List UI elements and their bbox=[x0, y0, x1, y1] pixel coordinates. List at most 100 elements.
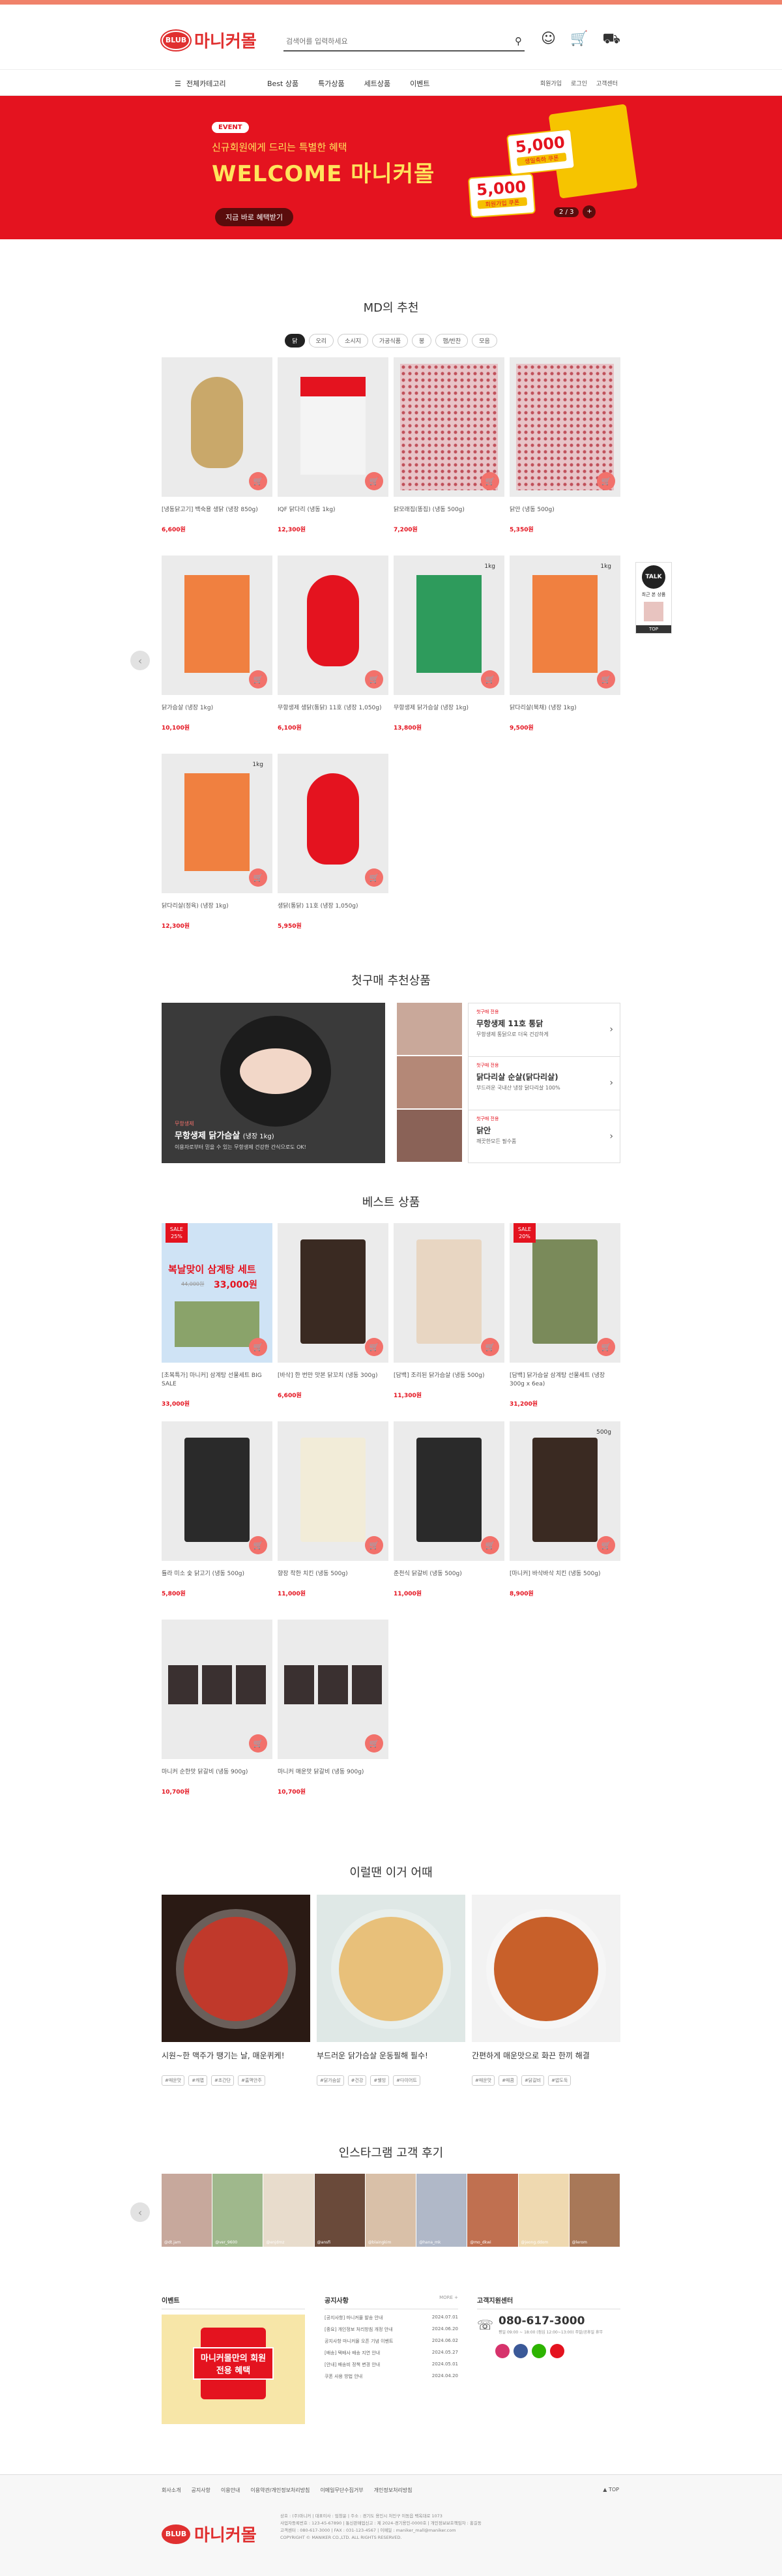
product-card[interactable]: SALE 20% 🛒 [담백] 닭가슴살 삼계탕 선물세트 (냉장 300g x 6… bbox=[510, 1223, 620, 1408]
recipe-tag[interactable]: #매운맛 bbox=[162, 2075, 185, 2086]
notice-item[interactable]: [중요] 개인정보 처리방침 개정 안내 2024.06.20 bbox=[325, 2326, 458, 2338]
top-button[interactable]: TOP bbox=[636, 625, 671, 633]
footer-link[interactable]: 개인정보처리방침 bbox=[374, 2487, 413, 2494]
recipe-image[interactable] bbox=[472, 1895, 620, 2042]
insta-post[interactable]: @jeong.ddom bbox=[518, 2174, 570, 2247]
product-image[interactable]: 1kg 🛒 bbox=[510, 555, 620, 695]
product-image[interactable]: 🛒 bbox=[394, 1421, 504, 1561]
first-main-banner[interactable]: 무항생제 무항생제 닭가슴살 (냉장 1kg) 이용자로부터 믿을 수 있는 무… bbox=[162, 1003, 385, 1163]
product-card[interactable]: 🛒 마니커 매운맛 닭갈비 (냉동 900g) 10,700원 bbox=[278, 1620, 388, 1796]
search-icon[interactable]: ⚲ bbox=[515, 35, 522, 47]
add-to-cart-icon[interactable]: 🛒 bbox=[249, 868, 267, 887]
thumb-whole-chicken[interactable] bbox=[397, 1003, 462, 1056]
notice-item[interactable]: 공지사항 마니커몰 오픈 기념 이벤트 2024.06.02 bbox=[325, 2338, 458, 2350]
product-image[interactable]: 🛒 bbox=[278, 754, 388, 893]
thumb-breast[interactable] bbox=[397, 1110, 462, 1163]
product-card[interactable]: 🛒 닭모래집(똥집) (냉동 500g) 7,200원 bbox=[394, 357, 504, 533]
product-image[interactable]: 🛒 bbox=[394, 1223, 504, 1363]
recipe-tag[interactable]: #캐맵 bbox=[188, 2075, 207, 2086]
cs-link[interactable]: 고객센터 bbox=[596, 79, 618, 87]
add-to-cart-icon[interactable]: 🛒 bbox=[365, 868, 383, 887]
banner-more-icon[interactable]: + bbox=[583, 205, 596, 218]
banner-cta-button[interactable]: 지금 바로 혜택받기 bbox=[215, 208, 293, 226]
product-image[interactable]: 🛒 bbox=[162, 357, 272, 497]
add-to-cart-icon[interactable]: 🛒 bbox=[481, 1338, 499, 1356]
hero-banner[interactable]: EVENT 신규회원에게 드리는 특별한 혜택 WELCOME 마니커몰 지금 … bbox=[0, 96, 782, 239]
add-to-cart-icon[interactable]: 🛒 bbox=[365, 1338, 383, 1356]
thumb-thigh[interactable] bbox=[397, 1056, 462, 1110]
product-card[interactable]: 복날맞이 삼계탕 세트 44,000원 33,000원 SALE 25% 🛒 [초복특가]… bbox=[162, 1223, 272, 1408]
insta-prev-icon[interactable]: ‹ bbox=[130, 2202, 150, 2222]
chip-chicken[interactable]: 닭 bbox=[285, 334, 305, 348]
add-to-cart-icon[interactable]: 🛒 bbox=[365, 670, 383, 688]
add-to-cart-icon[interactable]: 🛒 bbox=[597, 472, 615, 490]
add-to-cart-icon[interactable]: 🛒 bbox=[481, 670, 499, 688]
product-image[interactable]: 🛒 bbox=[162, 1421, 272, 1561]
product-image[interactable]: 복날맞이 삼계탕 세트 44,000원 33,000원 SALE 25% 🛒 bbox=[162, 1223, 272, 1363]
recipe-tag[interactable]: #매콤 bbox=[499, 2075, 517, 2086]
recipe-tag[interactable]: #건강 bbox=[347, 2075, 367, 2086]
recipe-card[interactable]: 시원~한 맥주가 땡기는 날, 매운퀴케! #매운맛 #캐맵 #초간단 #홈맥안주 bbox=[162, 1895, 310, 2086]
product-card[interactable]: 🛒 생닭(통닭) 11호 (냉장 1,050g) 5,950원 bbox=[278, 754, 388, 930]
notice-item[interactable]: [안내] 배송비 정책 변경 안내 2024.05.01 bbox=[325, 2361, 458, 2373]
recipe-image[interactable] bbox=[317, 1895, 465, 2042]
signup-link[interactable]: 회원가입 bbox=[540, 79, 562, 87]
recipe-tag[interactable]: #밥도둑 bbox=[548, 2075, 572, 2086]
site-logo[interactable]: BLUB 마니커몰 bbox=[162, 28, 257, 52]
recipe-tag[interactable]: #홈맥안주 bbox=[238, 2075, 265, 2086]
facebook-icon[interactable] bbox=[514, 2344, 528, 2358]
talk-button[interactable]: TALK bbox=[642, 565, 665, 589]
user-icon[interactable]: ☺ bbox=[541, 31, 556, 49]
recipe-tag[interactable]: #닭갈비 bbox=[521, 2075, 545, 2086]
login-link[interactable]: 로그인 bbox=[571, 79, 587, 87]
product-image[interactable]: 🛒 bbox=[394, 357, 504, 497]
product-image[interactable]: 🛒 bbox=[510, 357, 620, 497]
notice-item[interactable]: 쿠폰 사용 방법 안내 2024.04.20 bbox=[325, 2373, 458, 2385]
cart-icon[interactable]: 🛒 bbox=[570, 31, 588, 49]
footer-link[interactable]: 이용약관/개인정보처리방침 bbox=[250, 2487, 310, 2494]
product-image[interactable]: 500g 🛒 bbox=[510, 1421, 620, 1561]
product-card[interactable]: 🛒 춘천식 닭갈비 (냉동 500g) 11,000원 bbox=[394, 1421, 504, 1597]
product-card[interactable]: 🛒 [담백] 조리된 닭가슴살 (냉동 500g) 11,300원 bbox=[394, 1223, 504, 1399]
kakao-icon[interactable] bbox=[532, 2344, 546, 2358]
add-to-cart-icon[interactable]: 🛒 bbox=[365, 1734, 383, 1753]
product-card[interactable]: 🛒 닭가슴살 (냉장 1kg) 10,100원 bbox=[162, 555, 272, 732]
chip-duck[interactable]: 오리 bbox=[308, 334, 334, 348]
footer-link[interactable]: 공지사항 bbox=[191, 2487, 210, 2494]
chip-sausage[interactable]: 소시지 bbox=[338, 334, 368, 348]
product-card[interactable]: 🛒 향장 착한 치킨 (냉동 500g) 11,000원 bbox=[278, 1421, 388, 1597]
product-card[interactable]: 1kg 🛒 닭다리살(정육) (냉장 1kg) 12,300원 bbox=[162, 754, 272, 930]
add-to-cart-icon[interactable]: 🛒 bbox=[249, 1734, 267, 1753]
delivery-truck-icon[interactable]: ⛟ bbox=[602, 31, 620, 49]
insta-post[interactable]: @ansfi bbox=[314, 2174, 366, 2247]
product-image[interactable]: 🛒 bbox=[278, 357, 388, 497]
footer-link[interactable]: 이용안내 bbox=[221, 2487, 240, 2494]
first-item[interactable]: 첫구매 전용 닭안 깨끗한모든 필수품 › bbox=[469, 1110, 620, 1164]
chip-processed[interactable]: 가공식품 bbox=[371, 334, 409, 348]
add-to-cart-icon[interactable]: 🛒 bbox=[249, 1536, 267, 1554]
product-card[interactable]: 500g 🛒 [마니커] 바삭바삭 치킨 (냉동 500g) 8,900원 bbox=[510, 1421, 620, 1597]
insta-post[interactable]: @ver_9600 bbox=[212, 2174, 264, 2247]
insta-post[interactable]: @dt.jam bbox=[162, 2174, 213, 2247]
insta-post[interactable]: @lerom bbox=[569, 2174, 620, 2247]
product-image[interactable]: 1kg 🛒 bbox=[394, 555, 504, 695]
recipe-tag[interactable]: #다이어트 bbox=[393, 2075, 420, 2086]
add-to-cart-icon[interactable]: 🛒 bbox=[597, 1338, 615, 1356]
insta-post[interactable]: @mo_dkwi bbox=[467, 2174, 519, 2247]
add-to-cart-icon[interactable]: 🛒 bbox=[597, 670, 615, 688]
product-card[interactable]: 🛒 [냉동닭고기] 백숙용 생닭 (냉장 850g) 6,600원 bbox=[162, 357, 272, 533]
notice-item[interactable]: [배송] 택배사 배송 지연 안내 2024.05.27 bbox=[325, 2350, 458, 2361]
add-to-cart-icon[interactable]: 🛒 bbox=[365, 472, 383, 490]
notice-more-link[interactable]: MORE + bbox=[439, 2295, 458, 2300]
nav-item-best[interactable]: Best 상품 bbox=[267, 78, 298, 89]
chip-wing[interactable]: 봉 bbox=[412, 334, 432, 348]
banner-page-indicator[interactable]: 2 / 3 bbox=[554, 207, 579, 217]
recipe-tag[interactable]: #웰빙 bbox=[370, 2075, 390, 2086]
chip-ham[interactable]: 햄/반찬 bbox=[435, 334, 469, 348]
footer-link[interactable]: 회사소개 bbox=[162, 2487, 181, 2494]
notice-item[interactable]: [공지사항] 마니커몰 발송 안내 2024.07.01 bbox=[325, 2315, 458, 2326]
add-to-cart-icon[interactable]: 🛒 bbox=[249, 1338, 267, 1356]
product-image[interactable]: SALE 20% 🛒 bbox=[510, 1223, 620, 1363]
nav-item-set[interactable]: 세트상품 bbox=[364, 78, 390, 89]
recipe-card[interactable]: 부드러운 닭가슴살 운동필해 필수! #닭가슴살 #건강 #웰빙 #다이어트 bbox=[317, 1895, 465, 2086]
